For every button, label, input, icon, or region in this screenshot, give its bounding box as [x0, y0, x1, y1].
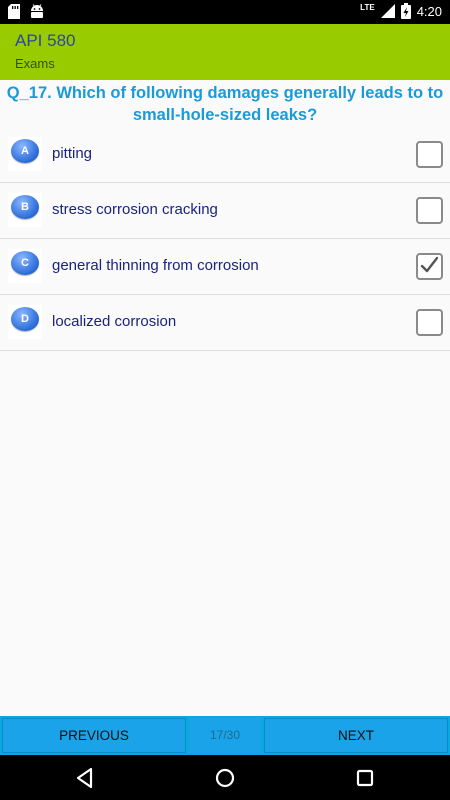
recents-icon[interactable] [352, 765, 378, 791]
option-d-checkbox[interactable] [416, 309, 443, 336]
check-mark-icon [420, 256, 439, 273]
status-bar: LTE 4:20 [0, 0, 450, 24]
signal-icon [380, 4, 395, 18]
app-bar: API 580 Exams [0, 24, 450, 80]
question-navigation-bar: PREVIOUS 17/30 NEXT [0, 716, 450, 755]
option-a-checkbox[interactable] [416, 141, 443, 168]
option-c-checkbox[interactable] [416, 253, 443, 280]
android-icon [31, 4, 43, 18]
option-label: general thinning from corrosion [52, 257, 259, 274]
question-counter: 17/30 [189, 718, 261, 753]
option-badge-container: C [8, 249, 42, 283]
clock: 4:20 [416, 3, 442, 19]
previous-button[interactable]: PREVIOUS [2, 718, 186, 753]
option-c[interactable]: C general thinning from corrosion [0, 239, 450, 295]
battery-icon [400, 3, 411, 19]
option-badge-container: A [8, 137, 42, 171]
home-icon[interactable] [212, 765, 238, 791]
option-label: pitting [52, 145, 93, 162]
option-label: stress corrosion cracking [52, 201, 218, 218]
app-title: API 580 [15, 31, 76, 50]
app-subtitle: Exams [15, 56, 55, 71]
option-b-checkbox[interactable] [416, 197, 443, 224]
option-d[interactable]: D localized corrosion [0, 295, 450, 351]
option-a[interactable]: A pitting [0, 127, 450, 183]
status-right-icons: LTE 4:20 [360, 3, 442, 19]
next-button[interactable]: NEXT [264, 718, 448, 753]
option-badge-container: B [8, 193, 42, 227]
network-type: LTE [360, 2, 375, 12]
back-icon[interactable] [72, 765, 98, 791]
sd-card-icon [8, 4, 20, 19]
system-navigation-bar [0, 755, 450, 800]
status-left-icons [8, 4, 44, 19]
option-letter-badge: A [11, 139, 39, 163]
question-text: Q_17. Which of following damages general… [6, 84, 444, 124]
option-badge-container: D [8, 305, 42, 339]
option-letter-badge: B [11, 195, 39, 219]
option-letter-badge: C [11, 251, 39, 275]
option-letter-badge: D [11, 307, 39, 331]
option-label: localized corrosion [52, 313, 177, 330]
option-b[interactable]: B stress corrosion cracking [0, 183, 450, 239]
